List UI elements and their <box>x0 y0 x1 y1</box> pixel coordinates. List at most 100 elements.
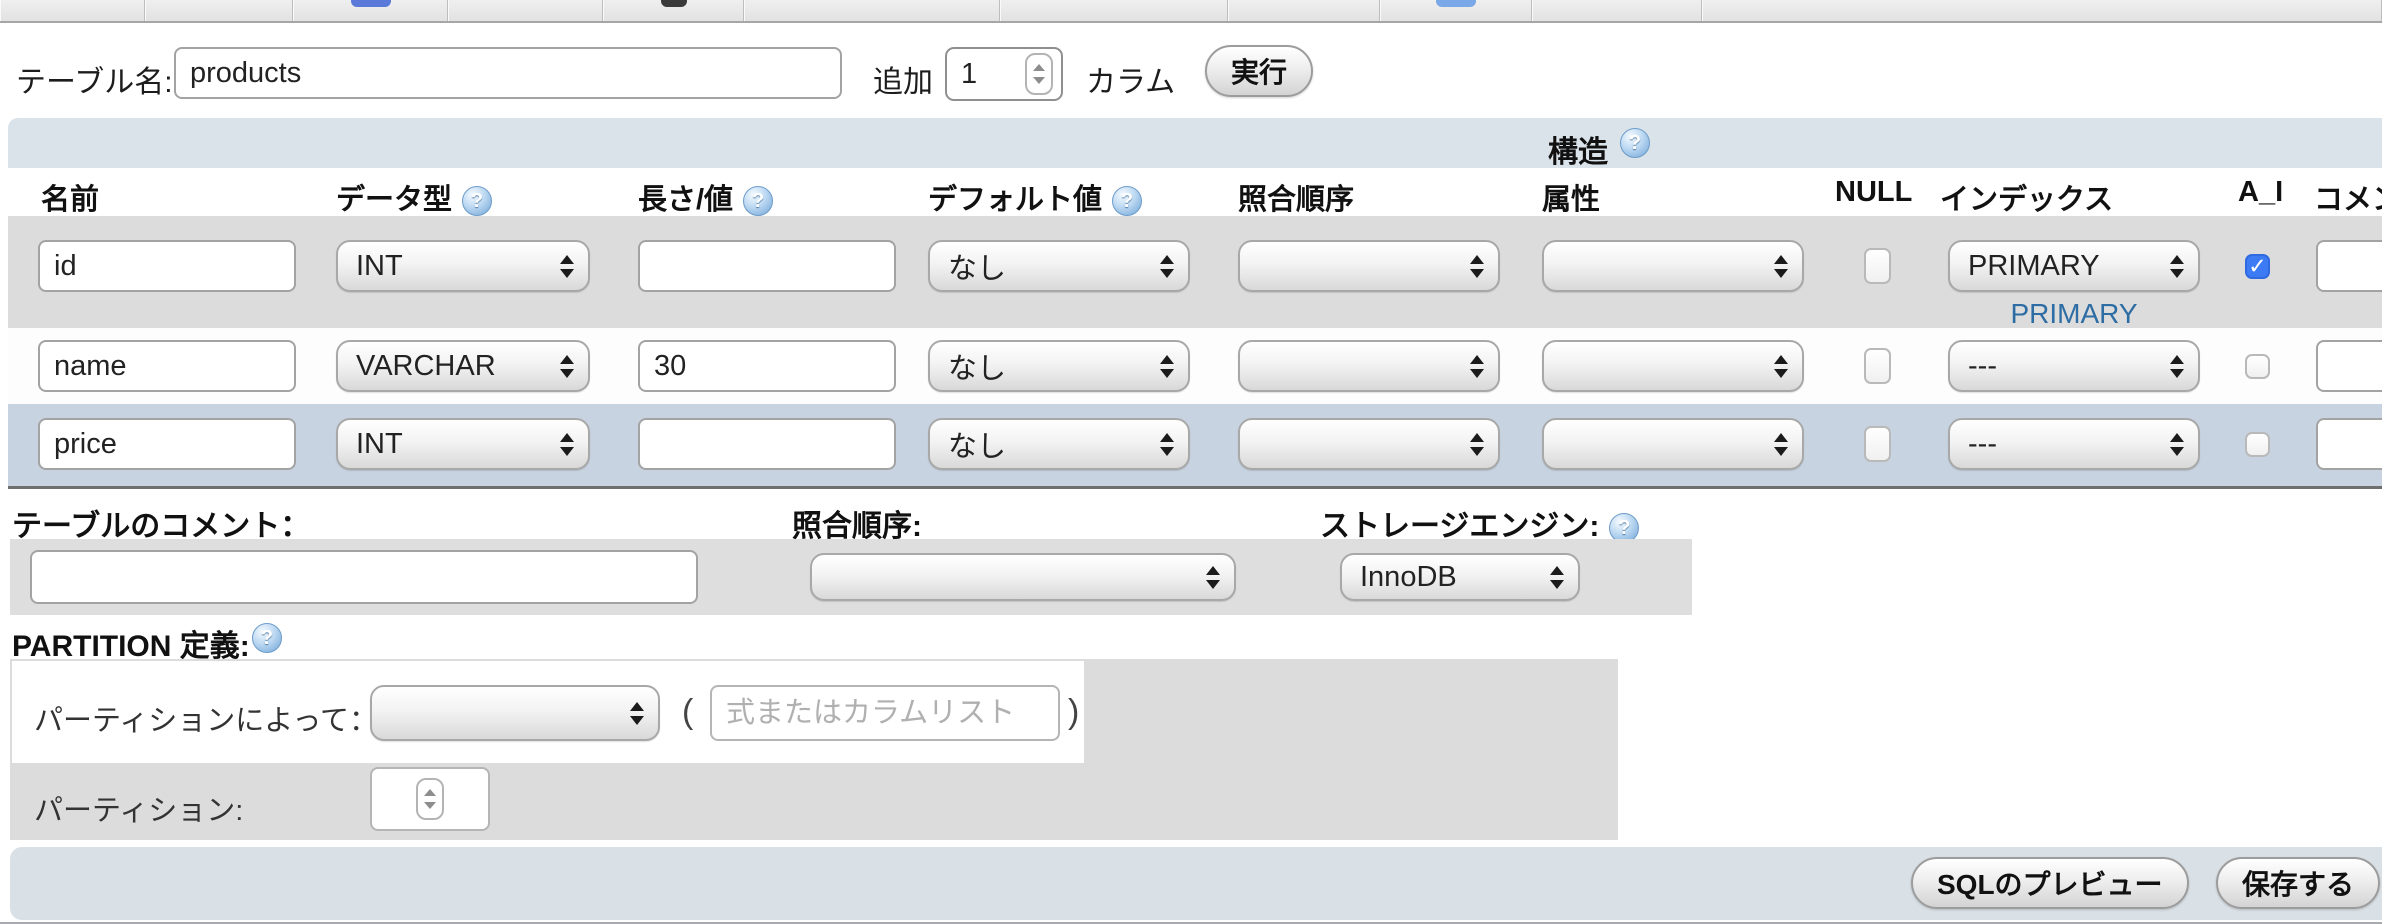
nav-tab[interactable] <box>0 0 145 21</box>
field-collation-select[interactable] <box>1238 418 1500 470</box>
partition-panel: パーティションによって： ( ) パーティション: <box>10 659 1618 840</box>
field-default-select[interactable]: なし <box>928 340 1190 392</box>
select-arrows-icon <box>560 355 574 378</box>
col-header-type: データ型? <box>336 176 492 218</box>
partition-expression-input[interactable] <box>710 685 1060 741</box>
tab-icon <box>1436 0 1476 7</box>
field-index-select[interactable]: PRIMARY <box>1948 240 2200 292</box>
paren-open: ( <box>682 693 693 732</box>
field-default-select[interactable]: なし <box>928 240 1190 292</box>
field-collation-select[interactable] <box>1238 340 1500 392</box>
partition-section-header: PARTITION 定義: ? <box>0 615 2382 659</box>
add-columns-value: 1 <box>961 58 1025 91</box>
partition-help-icon[interactable]: ? <box>252 623 282 653</box>
col-header-ai: A_I <box>2238 176 2283 209</box>
field-comment-input[interactable] <box>2316 240 2382 292</box>
select-arrows-icon <box>1774 355 1788 378</box>
field-comment-input[interactable] <box>2316 340 2382 392</box>
field-row-name: VARCHAR なし --- <box>8 328 2382 404</box>
length-help-icon[interactable]: ? <box>743 186 773 216</box>
col-header-comment: コメント <box>2314 176 2382 218</box>
field-type-select[interactable]: VARCHAR <box>336 340 590 392</box>
field-default-select[interactable]: なし <box>928 418 1190 470</box>
field-length-input[interactable] <box>638 418 896 470</box>
nav-tab[interactable] <box>1532 0 1702 21</box>
storage-engine-select[interactable]: InnoDB <box>1340 553 1580 601</box>
save-button[interactable]: 保存する <box>2216 857 2380 909</box>
column-headers-row: 名前 データ型? 長さ/値? デフォルト値? 照合順序 属性 NULL インデッ… <box>8 168 2382 216</box>
nav-tab[interactable] <box>145 0 293 21</box>
primary-index-link[interactable]: PRIMARY <box>1948 298 2200 330</box>
select-arrows-icon <box>2170 255 2184 278</box>
col-header-null: NULL <box>1835 176 1912 209</box>
field-name-input[interactable] <box>38 340 296 392</box>
select-arrows-icon <box>1470 355 1484 378</box>
stepper-arrows-icon[interactable] <box>1025 53 1053 95</box>
field-comment-input[interactable] <box>2316 418 2382 470</box>
select-arrows-icon <box>560 255 574 278</box>
field-attributes-select[interactable] <box>1542 240 1804 292</box>
select-arrows-icon <box>2170 433 2184 456</box>
select-arrows-icon <box>1160 433 1174 456</box>
field-length-input[interactable] <box>638 240 896 292</box>
table-options-band: InnoDB <box>10 539 1692 615</box>
select-arrows-icon <box>1774 255 1788 278</box>
nav-tab[interactable] <box>1228 0 1380 21</box>
nav-tab[interactable] <box>1380 0 1532 21</box>
select-arrows-icon <box>1470 433 1484 456</box>
type-help-icon[interactable]: ? <box>462 186 492 216</box>
nav-tab[interactable] <box>1702 0 2382 21</box>
select-arrows-icon <box>1160 255 1174 278</box>
field-attributes-select[interactable] <box>1542 340 1804 392</box>
null-checkbox[interactable] <box>1864 348 1891 384</box>
col-header-default: デフォルト値? <box>928 176 1142 218</box>
null-checkbox[interactable] <box>1864 426 1891 462</box>
select-arrows-icon <box>2170 355 2184 378</box>
paren-close: ) <box>1068 693 1079 732</box>
ai-checkbox-checked[interactable] <box>2245 254 2270 279</box>
action-footer: SQLのプレビュー 保存する <box>10 847 2382 920</box>
table-comment-input[interactable] <box>30 550 698 604</box>
field-name-input[interactable] <box>38 418 296 470</box>
nav-tab[interactable] <box>293 0 448 21</box>
col-header-length: 長さ/値? <box>638 176 773 218</box>
col-header-collation: 照合順序 <box>1238 176 1354 218</box>
col-header-attributes: 属性 <box>1542 176 1600 218</box>
columns-word-label: カラム <box>1086 57 1175 101</box>
table-collation-select[interactable] <box>810 553 1236 601</box>
select-arrows-icon <box>560 433 574 456</box>
table-name-input[interactable] <box>174 47 842 99</box>
field-attributes-select[interactable] <box>1542 418 1804 470</box>
preview-sql-button[interactable]: SQLのプレビュー <box>1911 857 2189 909</box>
stepper-arrows-icon[interactable] <box>416 778 444 820</box>
go-button[interactable]: 実行 <box>1205 45 1313 97</box>
field-index-select[interactable]: --- <box>1948 418 2200 470</box>
table-name-row: テーブル名: 追加 1 カラム 実行 <box>0 23 2382 118</box>
field-type-select[interactable]: INT <box>336 240 590 292</box>
field-name-input[interactable] <box>38 240 296 292</box>
nav-tab[interactable] <box>603 0 744 21</box>
field-row-id: INT なし PRIMARY PRIMARY <box>8 216 2382 328</box>
nav-tab[interactable] <box>1000 0 1228 21</box>
field-index-select[interactable]: --- <box>1948 340 2200 392</box>
nav-tab[interactable] <box>448 0 603 21</box>
null-checkbox[interactable] <box>1864 248 1891 284</box>
nav-tab[interactable] <box>744 0 1000 21</box>
partitions-count-label: パーティション: <box>34 787 243 829</box>
partitions-count-stepper[interactable] <box>370 767 490 831</box>
ai-checkbox[interactable] <box>2245 432 2270 457</box>
partition-by-label: パーティションによって： <box>34 697 378 739</box>
field-collation-select[interactable] <box>1238 240 1500 292</box>
partition-by-select[interactable] <box>370 685 660 741</box>
add-columns-stepper[interactable]: 1 <box>945 47 1063 101</box>
col-header-name: 名前 <box>41 176 99 218</box>
default-help-icon[interactable]: ? <box>1112 186 1142 216</box>
ai-checkbox[interactable] <box>2245 354 2270 379</box>
structure-help-icon[interactable]: ? <box>1620 128 1650 158</box>
structure-title: 構造 <box>1548 127 1608 171</box>
structure-header-band: 構造 ? <box>8 118 2382 168</box>
field-length-input[interactable] <box>638 340 896 392</box>
field-type-select[interactable]: INT <box>336 418 590 470</box>
add-columns-label: 追加 <box>873 57 933 101</box>
col-header-index: インデックス <box>1940 176 2113 218</box>
